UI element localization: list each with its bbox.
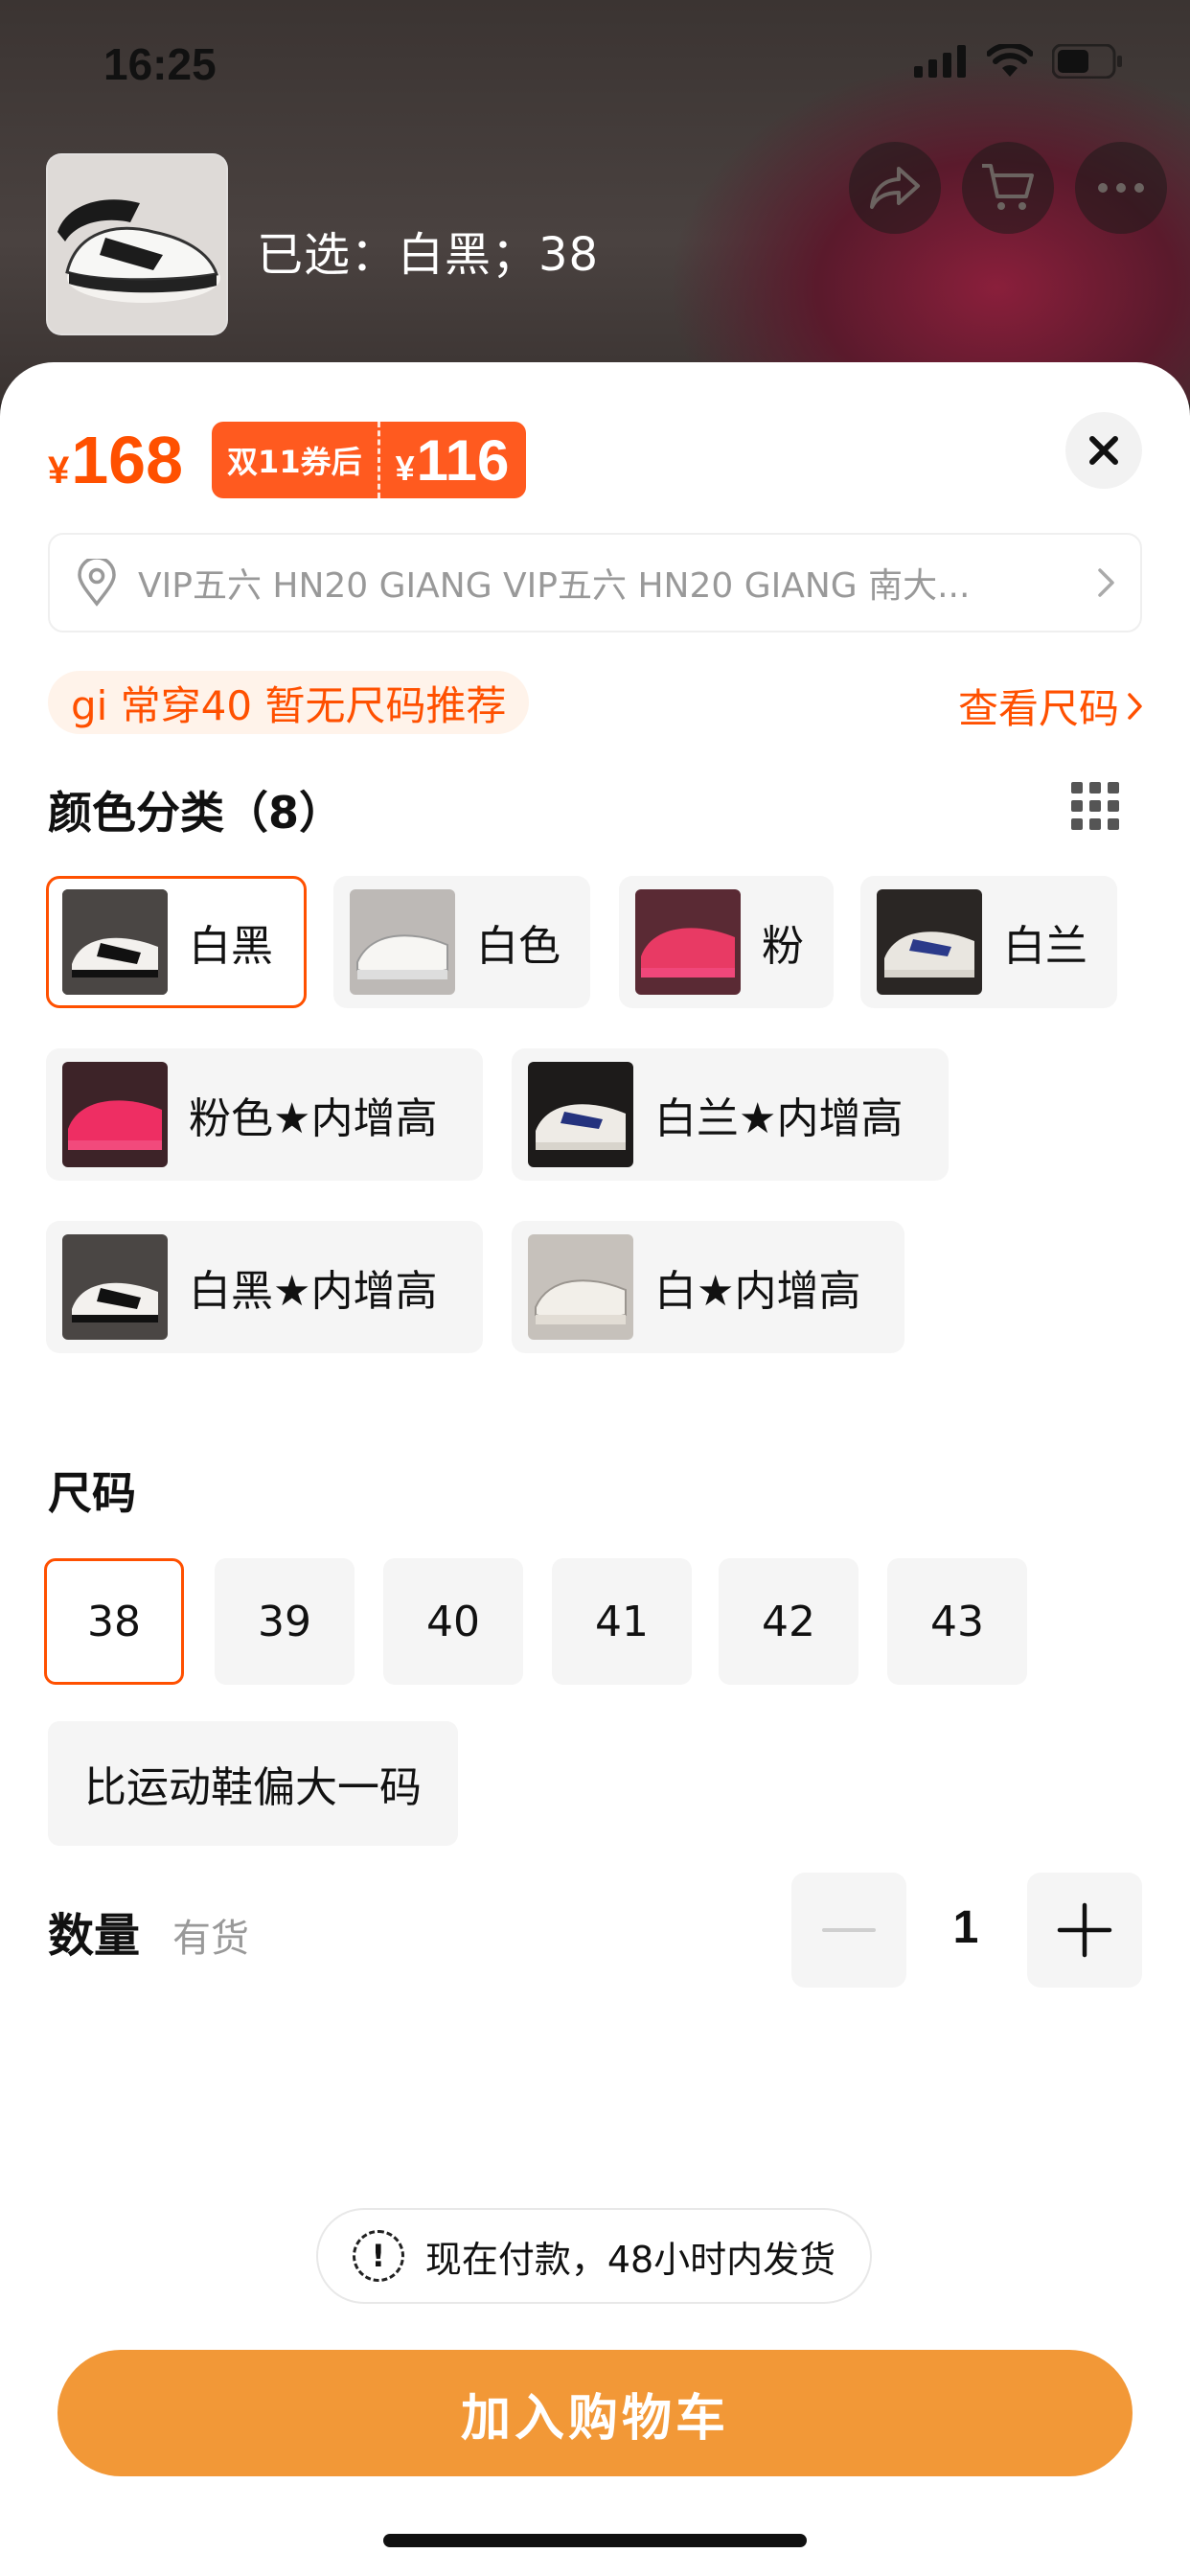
swatch-pink — [62, 1062, 168, 1167]
size-section-title: 尺码 — [48, 1467, 136, 1519]
chevron-right-icon — [1128, 692, 1142, 720]
swatch-white-blue — [528, 1062, 633, 1167]
sneaker-image — [48, 155, 226, 334]
wifi-icon — [987, 44, 1033, 77]
signal-icon — [914, 45, 966, 78]
color-label: 白兰★内增高 — [654, 1094, 904, 1143]
color-option[interactable]: 白黑 — [46, 876, 307, 1008]
size-option[interactable]: 42 — [719, 1558, 858, 1685]
minus-icon — [822, 1928, 876, 1932]
color-option[interactable]: 粉色★内增高 — [46, 1048, 483, 1181]
color-label: 粉 — [762, 922, 804, 971]
location-pin-icon — [78, 559, 116, 607]
color-option[interactable]: 白色 — [333, 876, 590, 1008]
color-label: 白兰 — [1003, 922, 1087, 971]
info-icon: ! — [352, 2230, 404, 2282]
share-icon — [870, 167, 920, 209]
coupon-price-value: 116 — [416, 427, 510, 493]
swatch-white — [528, 1234, 633, 1340]
home-indicator[interactable] — [383, 2534, 807, 2547]
color-label: 白黑★内增高 — [189, 1267, 438, 1316]
color-option[interactable]: 白兰★内增高 — [512, 1048, 949, 1181]
plus-icon — [1057, 1902, 1112, 1958]
close-button[interactable] — [1065, 412, 1142, 489]
currency-symbol: ¥ — [48, 449, 70, 492]
status-icons — [914, 44, 1123, 79]
shipping-notice: ! 现在付款，48小时内发货 — [316, 2208, 872, 2304]
color-section-title: 颜色分类（8） — [48, 787, 344, 839]
coupon-label: 双11券后 — [212, 422, 380, 498]
coupon-badge: 双11券后 ¥ 116 — [212, 422, 527, 498]
swatch-white-black — [62, 1234, 168, 1340]
coupon-currency: ¥ — [395, 448, 415, 488]
original-price: ¥ 168 — [48, 422, 183, 498]
size-option[interactable]: 40 — [383, 1558, 523, 1685]
size-link-label: 查看尺码 — [957, 685, 1119, 732]
quantity-decrease-button[interactable] — [791, 1873, 906, 1988]
stock-status: 有货 — [172, 1917, 249, 1961]
size-option[interactable]: 39 — [215, 1558, 355, 1685]
size-option[interactable]: 43 — [887, 1558, 1027, 1685]
color-label: 白★内增高 — [654, 1267, 861, 1316]
size-option[interactable]: 38 — [44, 1558, 184, 1685]
view-size-chart-link[interactable]: 查看尺码 — [958, 677, 1144, 735]
cart-icon — [982, 164, 1034, 210]
more-icon — [1098, 183, 1144, 193]
grid-view-toggle[interactable] — [1071, 782, 1119, 834]
status-time: 16:25 — [103, 39, 217, 89]
grid-icon — [1071, 782, 1119, 830]
color-option[interactable]: 白兰 — [860, 876, 1117, 1008]
status-bar: 16:25 — [0, 0, 1190, 134]
close-icon — [1089, 436, 1118, 465]
swatch-white-black — [62, 889, 168, 995]
shipping-notice-text: 现在付款，48小时内发货 — [424, 2238, 836, 2281]
quantity-label: 数量 — [48, 1909, 141, 1963]
top-actions — [849, 142, 1167, 234]
color-option[interactable]: 粉 — [619, 876, 834, 1008]
share-button[interactable] — [849, 142, 941, 234]
chevron-right-icon — [1098, 568, 1114, 597]
swatch-white-blue — [877, 889, 982, 995]
quantity-value[interactable]: 1 — [935, 1901, 996, 1954]
more-button[interactable] — [1075, 142, 1167, 234]
size-option[interactable]: 41 — [552, 1558, 692, 1685]
address-selector[interactable]: VIP五六 HN20 GIANG VIP五六 HN20 GIANG 南大... — [48, 533, 1142, 632]
size-fit-option[interactable]: 比运动鞋偏大一码 — [48, 1721, 458, 1846]
add-to-cart-button[interactable]: 加入购物车 — [57, 2350, 1133, 2476]
coupon-price: ¥ 116 — [380, 427, 527, 494]
quantity-increase-button[interactable] — [1027, 1873, 1142, 1988]
size-recommendation: gi 常穿40 暂无尺码推荐 — [48, 671, 530, 734]
color-label: 白色 — [476, 922, 561, 971]
cart-button[interactable] — [962, 142, 1054, 234]
price-value: 168 — [71, 423, 184, 497]
color-label: 白黑 — [189, 922, 273, 971]
swatch-pink — [635, 889, 741, 995]
selected-product-image[interactable] — [46, 153, 228, 335]
color-option[interactable]: 白★内增高 — [512, 1221, 904, 1353]
color-label: 粉色★内增高 — [189, 1094, 438, 1143]
battery-icon — [1052, 44, 1122, 79]
color-option[interactable]: 白黑★内增高 — [46, 1221, 483, 1353]
address-text: VIP五六 HN20 GIANG VIP五六 HN20 GIANG 南大... — [138, 566, 971, 606]
selected-variant-text: 已选：白黑；38 — [257, 228, 600, 282]
swatch-white — [350, 889, 455, 995]
price-row: ¥ 168 双11券后 ¥ 116 — [48, 422, 527, 498]
